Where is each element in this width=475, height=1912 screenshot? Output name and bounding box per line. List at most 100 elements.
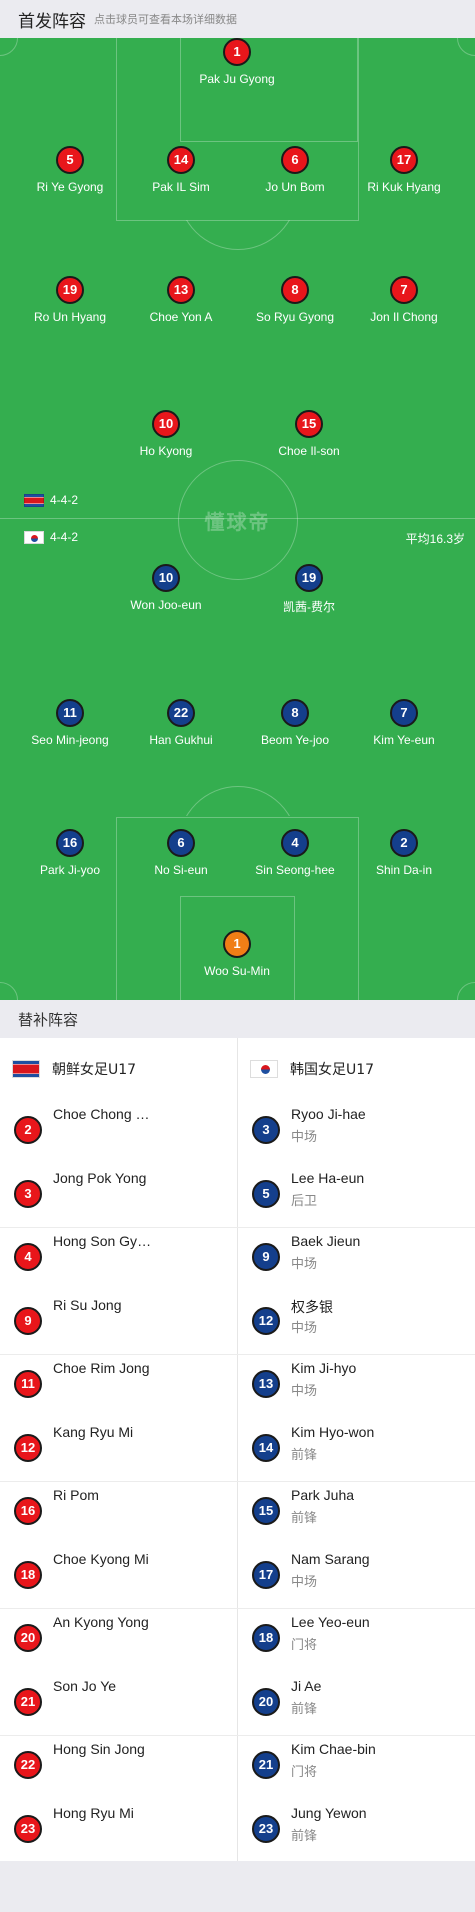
- player-name: Ro Un Hyang: [33, 310, 107, 324]
- player-away-gk[interactable]: 1 Woo Su-Min: [182, 930, 292, 978]
- player-home[interactable]: 15 Choe Il-son: [254, 410, 364, 458]
- player-home[interactable]: 5 Ri Ye Gyong: [15, 146, 125, 194]
- substitute-row[interactable]: 13 Kim Ji-hyo 中场: [238, 1354, 475, 1418]
- player-name: Jung Yewon: [291, 1804, 367, 1821]
- player-number-badge: 13: [252, 1370, 280, 1398]
- substitutes-header: 替补阵容: [0, 1000, 475, 1038]
- player-name: Choe Rim Jong: [53, 1360, 150, 1376]
- player-name: An Kyong Yong: [53, 1614, 149, 1630]
- substitute-row[interactable]: 20 Ji Ae 前锋: [238, 1672, 475, 1736]
- substitute-row[interactable]: 18 Choe Kyong Mi: [0, 1545, 237, 1609]
- player-name: Ji Ae: [291, 1677, 322, 1694]
- player-position: 前锋: [291, 1701, 318, 1717]
- substitute-row[interactable]: 5 Lee Ha-eun 后卫: [238, 1164, 475, 1228]
- substitute-row[interactable]: 12 权多银 中场: [238, 1291, 475, 1355]
- player-home[interactable]: 19 Ro Un Hyang: [15, 276, 125, 324]
- substitute-row[interactable]: 9 Baek Jieun 中场: [238, 1227, 475, 1291]
- player-name: Pak IL Sim: [152, 180, 210, 194]
- substitute-row[interactable]: 17 Nam Sarang 中场: [238, 1545, 475, 1609]
- player-number-badge: 21: [14, 1687, 42, 1716]
- player-home[interactable]: 13 Choe Yon A: [126, 276, 236, 324]
- player-position: 中场: [291, 1257, 318, 1272]
- substitute-row[interactable]: 3 Jong Pok Yong: [0, 1164, 237, 1228]
- player-name: Park Juha: [291, 1487, 355, 1503]
- player-number-badge: 1: [223, 38, 251, 66]
- substitute-row[interactable]: 9 Ri Su Jong: [0, 1291, 237, 1355]
- substitute-row[interactable]: 14 Kim Hyo-won 前锋: [238, 1418, 475, 1482]
- player-away[interactable]: 2 Shin Da-in: [349, 829, 459, 877]
- player-away[interactable]: 19 凯茜-费尔: [254, 564, 364, 615]
- south-korea-flag-icon: [250, 1060, 278, 1078]
- player-away[interactable]: 6 No Si-eun: [126, 829, 236, 877]
- player-number-badge: 12: [252, 1306, 280, 1335]
- player-position: 中场: [291, 1384, 318, 1399]
- player-home[interactable]: 17 Ri Kuk Hyang: [349, 146, 459, 194]
- player-home-gk[interactable]: 1 Pak Ju Gyong: [182, 38, 292, 86]
- player-position: 前锋: [291, 1828, 318, 1844]
- player-number-badge: 15: [295, 410, 323, 438]
- player-home[interactable]: 6 Jo Un Bom: [240, 146, 350, 194]
- player-number-badge: 10: [152, 564, 180, 592]
- player-name: 权多银: [291, 1298, 333, 1315]
- player-away[interactable]: 7 Kim Ye-eun: [349, 699, 459, 747]
- player-name: Choe Yon A: [149, 310, 213, 324]
- pitch: 懂球帝 1 Pak Ju Gyong 5 Ri Ye Gyong 14 Pak …: [0, 38, 475, 1000]
- player-name: No Si-eun: [154, 863, 208, 877]
- player-name: Choe Chong Gyong: [53, 1106, 158, 1122]
- player-home[interactable]: 14 Pak IL Sim: [126, 146, 236, 194]
- player-name: Won Joo-eun: [130, 598, 202, 612]
- player-number-badge: 2: [14, 1116, 42, 1144]
- player-away[interactable]: 11 Seo Min-jeong: [15, 699, 125, 747]
- player-position: 前锋: [291, 1447, 318, 1463]
- player-name: Woo Su-Min: [204, 964, 270, 978]
- player-number-badge: 23: [14, 1814, 42, 1843]
- substitute-row[interactable]: 3 Ryoo Ji-hae 中场: [238, 1100, 475, 1164]
- player-name: Sin Seong-hee: [255, 863, 335, 877]
- player-name: Ri Kuk Hyang: [367, 180, 441, 194]
- player-name: Lee Yeo-eun: [291, 1614, 370, 1630]
- south-korea-flag-icon: [24, 530, 44, 544]
- player-name: Ri Pom: [53, 1487, 99, 1503]
- substitute-row[interactable]: 4 Hong Son Gyong: [0, 1227, 237, 1291]
- player-name: Jong Pok Yong: [53, 1169, 147, 1186]
- player-number-badge: 9: [14, 1306, 42, 1335]
- substitute-row[interactable]: 20 An Kyong Yong: [0, 1608, 237, 1672]
- substitute-row[interactable]: 21 Kim Chae-bin 门将: [238, 1735, 475, 1799]
- player-home[interactable]: 7 Jon Il Chong: [349, 276, 459, 324]
- player-position: 后卫: [291, 1193, 318, 1209]
- player-name: Kim Ji-hyo: [291, 1360, 357, 1376]
- substitute-row[interactable]: 18 Lee Yeo-eun 门将: [238, 1608, 475, 1672]
- player-number-badge: 20: [14, 1624, 42, 1652]
- substitute-row[interactable]: 2 Choe Chong Gyong: [0, 1100, 237, 1164]
- away-substitutes: 韩国女足U17 3 Ryoo Ji-hae 中场 5 Lee Ha-eun 后卫 9 Ba…: [238, 1038, 475, 1862]
- substitute-row[interactable]: 22 Hong Sin Jong: [0, 1735, 237, 1799]
- player-number-badge: 11: [56, 699, 84, 727]
- player-number-badge: 1: [223, 930, 251, 958]
- player-number-badge: 13: [167, 276, 195, 304]
- corner-arc: [0, 38, 18, 56]
- player-away[interactable]: 16 Park Ji-yoo: [15, 829, 125, 877]
- player-home[interactable]: 10 Ho Kyong: [111, 410, 221, 458]
- substitute-row[interactable]: 16 Ri Pom: [0, 1481, 237, 1545]
- substitute-row[interactable]: 11 Choe Rim Jong: [0, 1354, 237, 1418]
- player-name: Kim Ye-eun: [373, 733, 435, 747]
- player-number-badge: 2: [390, 829, 418, 857]
- player-away[interactable]: 8 Beom Ye-joo: [240, 699, 350, 747]
- player-name: So Ryu Gyong: [255, 310, 335, 324]
- player-away[interactable]: 4 Sin Seong-hee: [240, 829, 350, 877]
- player-name: Nam Sarang: [291, 1550, 370, 1567]
- substitute-row[interactable]: 15 Park Juha 前锋: [238, 1481, 475, 1545]
- player-away[interactable]: 10 Won Joo-eun: [111, 564, 221, 612]
- player-home[interactable]: 8 So Ryu Gyong: [240, 276, 350, 324]
- player-name: Pak Ju Gyong: [199, 72, 275, 86]
- player-number-badge: 7: [390, 699, 418, 727]
- substitute-row[interactable]: 23 Hong Ryu Mi: [0, 1799, 237, 1863]
- player-away[interactable]: 22 Han Gukhui: [126, 699, 236, 747]
- player-name: Han Gukhui: [149, 733, 213, 747]
- player-name: Lee Ha-eun: [291, 1169, 365, 1186]
- substitute-row[interactable]: 12 Kang Ryu Mi: [0, 1418, 237, 1482]
- player-number-badge: 23: [252, 1814, 280, 1843]
- player-number-badge: 21: [252, 1751, 280, 1779]
- substitute-row[interactable]: 21 Son Jo Ye: [0, 1672, 237, 1736]
- substitute-row[interactable]: 23 Jung Yewon 前锋: [238, 1799, 475, 1863]
